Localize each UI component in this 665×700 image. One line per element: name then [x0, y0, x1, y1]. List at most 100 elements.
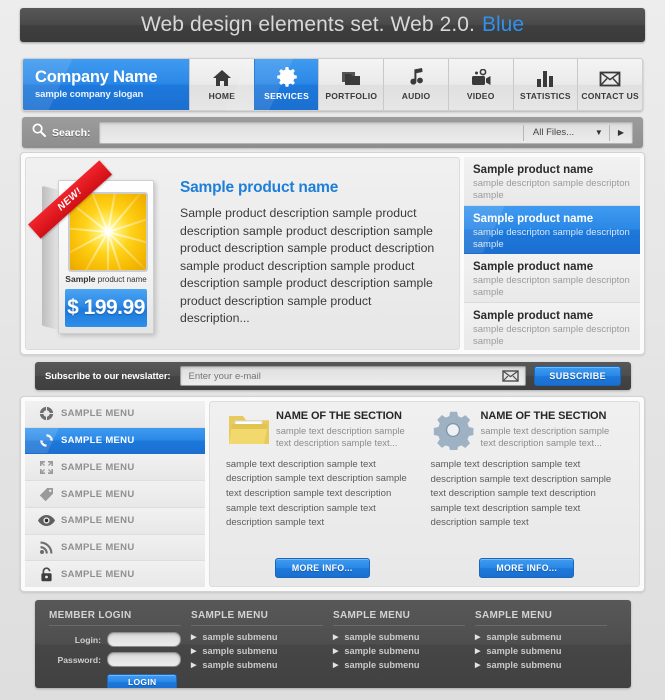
- envelope-icon: [599, 68, 621, 87]
- home-icon: [212, 68, 232, 87]
- arrow-right-icon: ▶: [475, 662, 481, 669]
- content-panel: SAMPLE MENU SAMPLE MENU SAMPLE MENU SAMP…: [20, 396, 645, 592]
- section-1-heading: NAME OF THE SECTION: [276, 410, 402, 422]
- play-arrow-icon: ▶: [617, 128, 624, 137]
- box-caption: Sample product name: [59, 274, 153, 284]
- member-login-block: MEMBER LOGIN Login: Password: LOGIN: [49, 610, 191, 688]
- section-2-header: NAME OF THE SECTION sample text descript…: [431, 410, 624, 450]
- arrow-right-icon: ▶: [475, 648, 481, 655]
- rss-icon: [35, 540, 57, 555]
- sidebar-menu: SAMPLE MENU SAMPLE MENU SAMPLE MENU SAMP…: [25, 401, 205, 588]
- page-title-text: Web design elements set. Web 2.0.: [140, 13, 475, 36]
- eye-icon: [35, 514, 57, 527]
- list-item-title: Sample product name: [473, 309, 594, 322]
- footer-link[interactable]: ▶ sample submenu: [475, 646, 607, 656]
- box-caption-rest: product name: [95, 274, 147, 284]
- gear-icon: [431, 410, 477, 450]
- product-heading: Sample product name: [180, 179, 339, 197]
- footer-menu-1-heading: SAMPLE MENU: [191, 610, 323, 626]
- newsletter-email-input[interactable]: [181, 368, 497, 384]
- list-item-desc: sample descripton sample descripton samp…: [473, 323, 630, 347]
- list-item-desc: sample descripton sample descripton samp…: [473, 178, 630, 202]
- newsletter-field-group: [180, 366, 527, 386]
- product-box-image: Sample product name $ 199.99 NEW!: [27, 159, 164, 334]
- list-item-title: Sample product name: [473, 212, 594, 225]
- nav-item-portfolio[interactable]: PORTFOLIO: [318, 59, 384, 110]
- section-1-header: NAME OF THE SECTION sample text descript…: [226, 410, 419, 450]
- sidebar-item-7-label: SAMPLE MENU: [61, 568, 135, 580]
- footer-link[interactable]: ▶ sample submenu: [333, 660, 465, 670]
- sidebar-item-1[interactable]: SAMPLE MENU: [25, 401, 205, 428]
- list-item[interactable]: Sample product name sample descripton sa…: [464, 205, 640, 254]
- sidebar-item-7[interactable]: SAMPLE MENU: [25, 561, 205, 588]
- gear-icon: [276, 67, 297, 87]
- more-info-button-2[interactable]: MORE INFO...: [479, 558, 575, 578]
- login-row: Login:: [49, 632, 181, 647]
- page-title: Web design elements set. Web 2.0. Blue: [20, 8, 645, 42]
- list-item-desc: sample descripton sample descripton samp…: [473, 226, 630, 250]
- footer-menu-3: SAMPLE MENU ▶ sample submenu ▶ sample su…: [475, 610, 617, 678]
- password-input[interactable]: [107, 652, 181, 667]
- more-info-button-1[interactable]: MORE INFO...: [274, 558, 370, 578]
- list-item[interactable]: Sample product name sample descripton sa…: [464, 302, 640, 350]
- footer-link[interactable]: ▶ sample submenu: [191, 660, 323, 670]
- list-item[interactable]: Sample product name sample descripton sa…: [464, 254, 640, 303]
- footer-link[interactable]: ▶ sample submenu: [191, 646, 323, 656]
- box-starburst: [68, 191, 148, 272]
- sidebar-item-6[interactable]: SAMPLE MENU: [25, 534, 205, 562]
- nav-item-services[interactable]: SERVICES: [253, 59, 319, 110]
- subscribe-button[interactable]: SUBSCRIBE: [534, 366, 621, 386]
- newsletter-bar: Subscribe to our newslatter: SUBSCRIBE: [35, 362, 631, 390]
- arrow-right-icon: ▶: [475, 634, 481, 641]
- brand-logo[interactable]: Company Name sample company slogan: [23, 59, 189, 110]
- list-item-title: Sample product name: [473, 164, 594, 176]
- footer-link[interactable]: ▶ sample submenu: [333, 646, 465, 656]
- footer-menu-2-heading: SAMPLE MENU: [333, 610, 465, 626]
- arrow-right-icon: ▶: [191, 648, 197, 655]
- search-input[interactable]: [99, 123, 523, 142]
- folder-icon: [226, 410, 272, 448]
- video-camera-icon: [470, 68, 492, 87]
- main-navigation: Company Name sample company slogan HOME …: [22, 58, 643, 111]
- footer: MEMBER LOGIN Login: Password: LOGIN SAMP…: [35, 600, 631, 688]
- nav-item-contact-us[interactable]: CONTACT US: [577, 59, 643, 110]
- section-2-body: sample text description sample text desc…: [430, 459, 612, 529]
- sidebar-item-3-label: SAMPLE MENU: [61, 461, 135, 473]
- brand-slogan: sample company slogan: [35, 89, 144, 101]
- login-input[interactable]: [107, 632, 181, 647]
- sidebar-item-2[interactable]: SAMPLE MENU: [25, 427, 205, 455]
- search-go-button[interactable]: ▶: [608, 124, 632, 141]
- section-columns: NAME OF THE SECTION sample text descript…: [209, 401, 640, 587]
- footer-link-label: sample submenu: [486, 646, 562, 656]
- list-item[interactable]: Sample product name sample descripton sa…: [464, 157, 640, 206]
- arrow-right-icon: ▶: [333, 634, 339, 641]
- login-button[interactable]: LOGIN: [107, 674, 178, 688]
- box-price: $ 199.99: [65, 288, 147, 327]
- nav-item-statistics[interactable]: STATISTICS: [512, 59, 578, 110]
- sidebar-item-4[interactable]: SAMPLE MENU: [25, 481, 205, 508]
- footer-menu-2: SAMPLE MENU ▶ sample submenu ▶ sample su…: [333, 610, 475, 678]
- footer-link-label: sample submenu: [486, 660, 562, 670]
- search-bar: Search: All Files... ▼ ▶: [22, 117, 643, 148]
- footer-link[interactable]: ▶ sample submenu: [191, 632, 323, 642]
- nav-item-video[interactable]: VIDEO: [447, 59, 513, 110]
- expand-icon: [35, 460, 57, 475]
- sidebar-item-5[interactable]: SAMPLE MENU: [25, 507, 205, 535]
- product-showcase: Sample product name $ 199.99 NEW! Sample…: [20, 152, 645, 355]
- bar-chart-icon: [535, 68, 555, 87]
- section-1-body: sample text description sample text desc…: [226, 458, 407, 529]
- search-icon: [32, 123, 46, 142]
- password-row: Password:: [49, 652, 181, 667]
- footer-link[interactable]: ▶ sample submenu: [475, 632, 607, 642]
- nav-item-contact-us-label: CONTACT US: [581, 91, 639, 101]
- search-filter-dropdown[interactable]: All Files... ▼: [522, 124, 609, 141]
- login-label: Login:: [74, 634, 101, 645]
- brand-name: Company Name: [35, 67, 158, 86]
- folder-icon: [340, 68, 362, 87]
- nav-item-audio[interactable]: AUDIO: [383, 59, 448, 110]
- music-note-icon: [407, 68, 425, 87]
- arrow-right-icon: ▶: [191, 662, 197, 669]
- footer-link[interactable]: ▶ sample submenu: [333, 632, 465, 642]
- footer-link[interactable]: ▶ sample submenu: [475, 660, 607, 670]
- sidebar-item-3[interactable]: SAMPLE MENU: [25, 454, 205, 482]
